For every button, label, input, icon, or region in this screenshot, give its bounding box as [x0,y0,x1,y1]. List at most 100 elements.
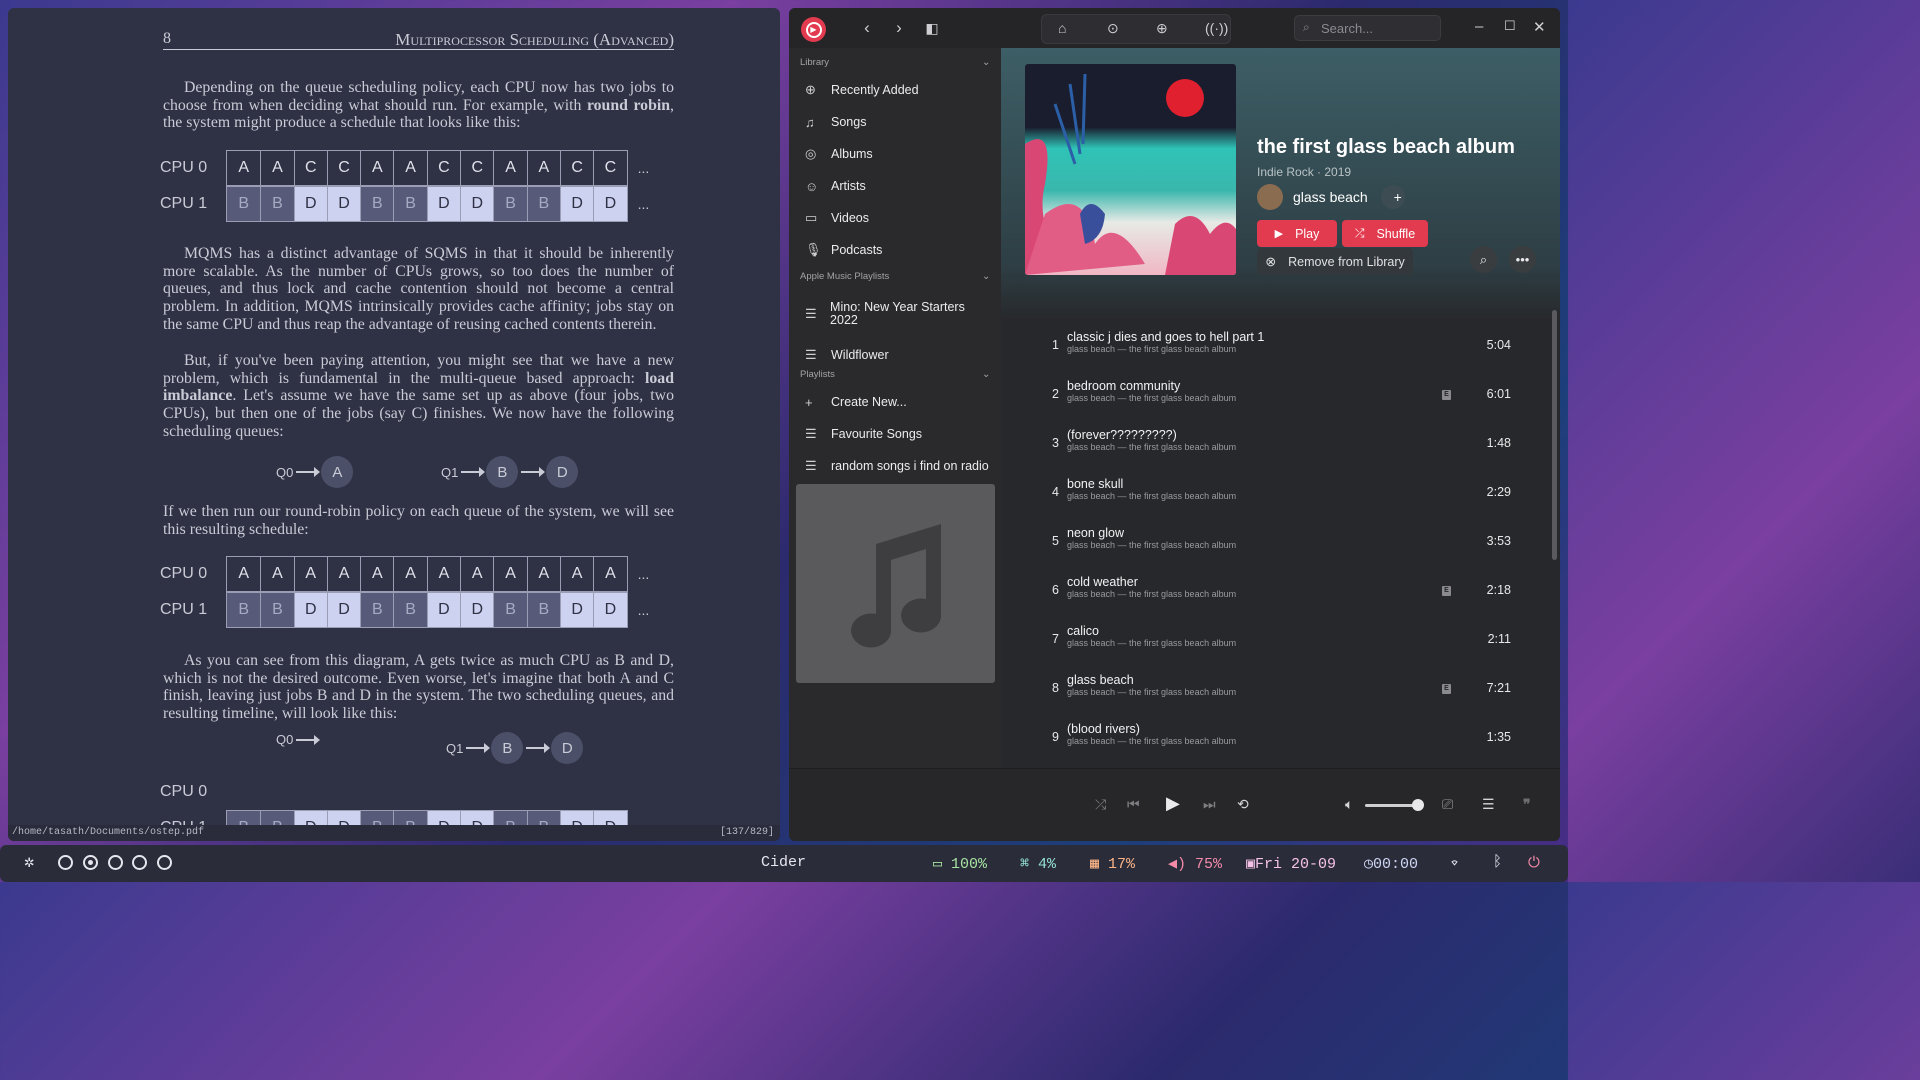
add-to-library-button[interactable]: + [1380,185,1405,209]
cpu0-label: CPU 0 [160,565,208,582]
sidebar-item-playlist[interactable]: ☰ Wildflower [805,342,990,368]
sidebar-item-albums[interactable]: ◎ Albums [805,141,990,167]
cast-icon[interactable]: ⎚ [1442,796,1453,813]
cpu0-label: CPU 0 [160,783,208,800]
search-input[interactable]: ⌕ Search... [1294,15,1441,41]
sidebar-item-artists[interactable]: ☺ Artists [805,173,990,199]
next-icon[interactable]: ⏭ [1203,796,1216,813]
sidebar-item-playlist[interactable]: ☰ random songs i find on radio [805,453,990,479]
person-icon: ☺ [805,178,819,194]
radio-icon[interactable]: ((·)) [1205,20,1228,36]
sidebar-item-podcasts[interactable]: 🎙︎ Podcasts [805,237,990,263]
cpu-chip-icon: ⌘ [1020,856,1039,873]
shuffle-icon[interactable]: ⤮ [1095,796,1106,813]
track-row[interactable]: 7 calico glass beach — the first glass bea… [1041,621,1511,670]
track-subtitle: glass beach — the first glass beach albu… [1067,344,1237,354]
artist-avatar[interactable] [1257,184,1283,210]
schedule-cell: C [460,151,493,185]
minimize-icon[interactable]: – [1475,18,1483,35]
volume-slider-handle[interactable] [1412,799,1424,811]
power-icon[interactable]: ⏻ [1528,854,1540,872]
track-duration: 7:21 [1486,681,1511,695]
settings-gear-icon[interactable]: ✲ [24,852,34,873]
cider-logo-icon[interactable]: ▶ [801,17,826,42]
create-playlist-button[interactable]: + Create New... [805,389,990,415]
disc-icon: ◎ [805,146,817,161]
date-status: ▣Fri 20-09 [1246,854,1336,873]
apple-playlists-header[interactable]: Apple Music Playlists ⌄ [800,271,990,282]
chevron-down-icon: ⌄ [982,271,991,282]
workspace-4[interactable] [132,855,147,870]
track-row[interactable]: 1 classic j dies and goes to hell part 1g… [1041,327,1511,376]
schedule-cell: D [460,593,494,627]
queue-diagram-q0-2: Q0 [276,732,321,747]
sidebar-item-videos[interactable]: ▭ Videos [805,205,990,231]
volume-status[interactable]: ◀) 75% [1168,854,1222,873]
track-row[interactable]: 8 glass beach glass beach — the first glas… [1041,670,1511,719]
queue-list-icon[interactable]: ☰ [1482,796,1495,813]
home-icon[interactable]: ⌂ [1058,20,1066,36]
explicit-badge-icon: E [1442,390,1451,400]
schedule-cell: A [393,151,426,185]
track-number: 3 [1052,436,1059,450]
sidebar-item-songs[interactable]: ♫ Songs [805,109,990,135]
top-bar: ▶ ‹ › ◧ ⌂ ⊙ ⊕ ((·)) ⌕ Search... – ☐ ✕ [789,8,1560,48]
page-indicator: [137/829] [719,827,774,838]
pdf-viewer-window[interactable]: 8 Multiprocessor Scheduling (Advanced) D… [8,8,780,841]
track-name: (blood rivers) [1067,722,1140,736]
volume-slider[interactable] [1365,799,1424,811]
play-icon[interactable]: ▶ [1166,793,1180,814]
schedule-cell: D [426,187,461,221]
track-row[interactable]: 6 cold weather glass beach — the first gla… [1041,572,1511,621]
sidebar-item-playlist[interactable]: ☰ Favourite Songs [805,421,990,447]
track-row[interactable]: 2 bedroom community glass beach — the firs… [1041,376,1511,425]
workspace-5[interactable] [157,855,172,870]
artist-name[interactable]: glass beach [1293,189,1368,205]
track-number: 1 [1052,338,1059,352]
sidebar-item-label: Artists [831,178,866,193]
now-playing-artwork-placeholder[interactable] [796,484,995,683]
plus-icon: + [1393,189,1402,205]
track-row[interactable]: 9 (blood rivers) glass beach — the first g… [1041,719,1511,768]
sidebar-toggle-icon[interactable]: ◧ [921,20,943,37]
scrollbar[interactable] [1552,310,1557,560]
track-row[interactable]: 3 (forever?????????) glass beach — the fir… [1041,425,1511,474]
schedule-cell: A [559,557,593,591]
remove-from-library-button[interactable]: ⊗ Remove from Library [1257,248,1413,275]
queue-node: D [551,732,584,764]
back-icon[interactable]: ‹ [856,18,878,38]
listen-now-icon[interactable]: ⊙ [1107,20,1119,37]
playlists-header[interactable]: Playlists ⌄ [800,369,990,380]
previous-icon[interactable]: ⏮ [1127,796,1140,813]
lyrics-quote-icon[interactable]: ❞ [1523,796,1531,813]
track-row[interactable]: 5 neon glow glass beach — the first glass … [1041,523,1511,572]
schedule-cell: B [360,593,394,627]
cider-window[interactable]: ▶ ‹ › ◧ ⌂ ⊙ ⊕ ((·)) ⌕ Search... – ☐ ✕ Lib… [789,8,1560,841]
schedule-cell: D [293,187,327,221]
close-icon[interactable]: ✕ [1533,18,1546,36]
workspace-3[interactable] [108,855,123,870]
more-options-button[interactable]: ••• [1509,246,1536,273]
sidebar-item-label: Wildflower [831,347,889,362]
paragraph-5: As you can see from this diagram, A gets… [163,652,674,723]
workspace-2-active[interactable] [83,855,98,870]
workspace-1[interactable] [58,855,73,870]
repeat-icon[interactable]: ⟲ [1237,796,1249,813]
shuffle-button[interactable]: ⤮ Shuffle [1342,220,1428,247]
sidebar-item-playlist[interactable]: ☰ Mino: New Year Starters 2022 [805,296,990,332]
track-row[interactable]: 4 bone skull glass beach — the first glass… [1041,474,1511,523]
forward-icon[interactable]: › [888,18,910,38]
wifi-icon[interactable]: ⌔ [1450,854,1459,873]
sidebar-item-label: Mino: New Year Starters 2022 [830,300,965,327]
maximize-icon[interactable]: ☐ [1504,18,1516,34]
arrow-icon [461,467,486,477]
play-button[interactable]: ▶ Play [1257,220,1337,247]
track-subtitle: glass beach — the first glass beach albu… [1067,687,1237,697]
track-duration: 5:04 [1486,338,1511,352]
search-album-button[interactable]: ⌕ [1470,246,1497,273]
sidebar-item-recently-added[interactable]: ⊕ Recently Added [805,77,990,103]
browse-globe-icon[interactable]: ⊕ [1156,20,1168,37]
library-header[interactable]: Library ⌄ [800,57,990,68]
bluetooth-icon[interactable]: ᛒ [1493,854,1502,871]
track-subtitle: glass beach — the first glass beach albu… [1067,442,1237,452]
